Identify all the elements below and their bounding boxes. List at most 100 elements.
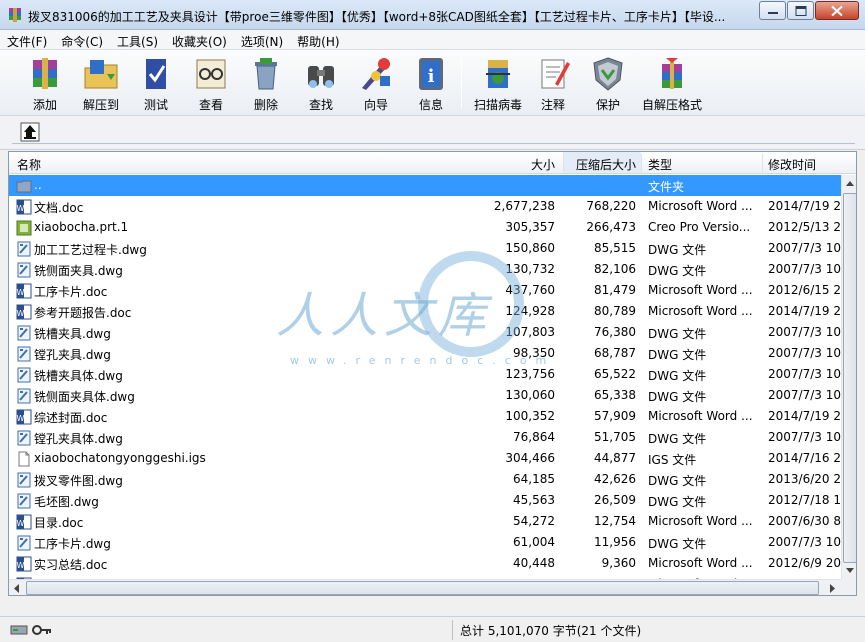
file-size: 40,448: [513, 556, 555, 570]
file-packed-size: 768,220: [586, 199, 636, 213]
header-divider: [641, 154, 642, 172]
maximize-button[interactable]: [787, 1, 814, 20]
file-packed-size: 57,909: [594, 409, 636, 423]
menu-options[interactable]: 选项(N): [234, 30, 290, 49]
file-size: 76,864: [513, 430, 555, 444]
file-name: ..: [34, 178, 42, 192]
file-type: DWG 文件: [648, 495, 707, 509]
title-bar: 拨叉831006的加工工艺及夹具设计【带proe三维零件图】【优秀】【word+…: [0, 0, 865, 30]
horizontal-scroll-thumb[interactable]: [26, 581, 819, 595]
col-name[interactable]: 名称: [17, 156, 41, 173]
table-row[interactable]: W 文档.doc 2,677,238 768,220 Microsoft Word ..…: [9, 196, 856, 217]
svg-text:W: W: [17, 309, 25, 318]
table-row[interactable]: 镗孔夹具.dwg 98,350 68,787 DWG 文件 2007/7/3 10:: [9, 343, 856, 364]
close-button[interactable]: [815, 1, 859, 20]
col-modified[interactable]: 修改时间: [768, 156, 816, 173]
table-row[interactable]: 铣槽夹具.dwg 107,803 76,380 DWG 文件 2007/7/3 10:: [9, 322, 856, 343]
horizontal-scrollbar[interactable]: [9, 579, 841, 596]
dwg-file-icon: [16, 388, 32, 404]
winrar-app-icon: [9, 8, 21, 22]
file-packed-size: 76,380: [594, 325, 636, 339]
col-type[interactable]: 类型: [648, 156, 672, 173]
file-size: 107,803: [505, 325, 555, 339]
table-row[interactable]: W 实习总结.doc 40,448 9,360 Microsoft Word ... 20…: [9, 553, 856, 574]
info-button[interactable]: i 信息: [404, 54, 458, 114]
vertical-scrollbar[interactable]: [841, 175, 857, 579]
minimize-button[interactable]: [759, 1, 786, 20]
sfx-label: 自解压格式: [641, 98, 702, 112]
add-button[interactable]: 添加: [18, 54, 72, 114]
dwg-file-icon: [16, 346, 32, 362]
table-row[interactable]: 工序卡片.dwg 61,004 11,956 DWG 文件 2007/7/3 10:: [9, 532, 856, 553]
parent-folder-row[interactable]: .. 文件夹: [9, 175, 841, 196]
virus-scan-button[interactable]: 扫描病毒: [468, 54, 528, 114]
virus-scan-label: 扫描病毒: [473, 98, 522, 112]
table-row[interactable]: 拨叉零件图.dwg 64,185 42,626 DWG 文件 2013/6/20 21: [9, 469, 856, 490]
table-row[interactable]: 镗孔夹具体.dwg 76,864 51,705 DWG 文件 2007/7/3 10:: [9, 427, 856, 448]
file-type: DWG 文件: [648, 390, 707, 404]
table-row[interactable]: W 工序卡片.doc 437,760 81,479 Microsoft Word ...…: [9, 280, 856, 301]
protect-button[interactable]: 保护: [581, 54, 635, 114]
scroll-up-arrow-icon[interactable]: [842, 175, 857, 192]
table-row[interactable]: W 综述封面.doc 100,352 57,909 Microsoft Word ...…: [9, 406, 856, 427]
delete-button[interactable]: 删除: [239, 54, 293, 114]
delete-icon: [255, 58, 277, 90]
menu-commands[interactable]: 命令(C): [54, 30, 110, 49]
comment-icon: [541, 59, 570, 89]
file-size: 124,928: [505, 304, 555, 318]
file-type: Microsoft Word ...: [648, 283, 753, 297]
dwg-file-icon: [16, 430, 32, 446]
word-doc-icon: W: [16, 556, 32, 572]
menu-file[interactable]: 文件(F): [0, 30, 54, 49]
file-packed-size: 11,956: [594, 535, 636, 549]
menu-tools[interactable]: 工具(S): [110, 30, 165, 49]
col-size[interactable]: 大小: [469, 156, 555, 173]
sfx-button[interactable]: 自解压格式: [639, 54, 705, 114]
test-icon: [146, 59, 166, 89]
folder-up-icon: [16, 178, 32, 194]
file-size: 45,563: [513, 493, 555, 507]
extract-to-button[interactable]: 解压到: [74, 54, 128, 114]
table-row[interactable]: W 目录.doc 54,272 12,754 Microsoft Word ... 200…: [9, 511, 856, 532]
table-row[interactable]: xiaobochatongyonggeshi.igs 304,466 44,877 I…: [9, 448, 856, 469]
file-size: 130,732: [505, 262, 555, 276]
dwg-file-icon: [16, 367, 32, 383]
file-type: DWG 文件: [648, 348, 707, 362]
add-label: 添加: [32, 98, 57, 112]
wizard-button[interactable]: 向导: [349, 54, 403, 114]
view-button[interactable]: 查看: [184, 54, 238, 114]
scroll-down-arrow-icon[interactable]: [842, 562, 857, 579]
up-folder-button[interactable]: [20, 122, 40, 142]
file-name: 目录.doc: [34, 516, 84, 530]
vertical-scroll-thumb[interactable]: [843, 193, 856, 563]
table-row[interactable]: 毛坯图.dwg 45,563 26,509 DWG 文件 2012/7/18 10: [9, 490, 856, 511]
find-button[interactable]: 查找: [294, 54, 348, 114]
table-row[interactable]: 加工工艺过程卡.dwg 150,860 85,515 DWG 文件 2007/7/3 1…: [9, 238, 856, 259]
menu-favorites[interactable]: 收藏夹(O): [165, 30, 234, 49]
table-row[interactable]: xiaobocha.prt.1 305,357 266,473 Creo Pro Ve…: [9, 217, 856, 238]
igs-file-icon: [16, 451, 32, 467]
file-type: DWG 文件: [648, 474, 707, 488]
table-row[interactable]: W 参考开题报告.doc 124,928 80,789 Microsoft Word .…: [9, 301, 856, 322]
table-row[interactable]: 铣侧面夹具.dwg 130,732 82,106 DWG 文件 2007/7/3 10:: [9, 259, 856, 280]
file-name: xiaobocha.prt.1: [34, 220, 129, 234]
file-name: 镗孔夹具.dwg: [34, 348, 111, 362]
view-label: 查看: [198, 98, 223, 112]
test-button[interactable]: 测试: [129, 54, 183, 114]
file-packed-size: 42,626: [594, 472, 636, 486]
file-list: 名称 大小 压缩后大小 类型 修改时间 .. 文件夹 W 文档.doc 2,677,23…: [8, 151, 857, 596]
file-size: 150,860: [505, 241, 555, 255]
scroll-left-arrow-icon[interactable]: [9, 580, 25, 596]
file-type: DWG 文件: [648, 243, 707, 257]
file-name: 实习总结.doc: [34, 558, 108, 572]
file-packed-size: 12,754: [594, 514, 636, 528]
dwg-file-icon: [16, 493, 32, 509]
scroll-right-arrow-icon[interactable]: [824, 580, 840, 596]
menu-help[interactable]: 帮助(H): [290, 30, 346, 49]
comment-button[interactable]: 注释: [526, 54, 580, 114]
scrollbar-corner: [841, 579, 856, 595]
table-row[interactable]: 铣槽夹具体.dwg 123,756 65,522 DWG 文件 2007/7/3 10:: [9, 364, 856, 385]
col-packed[interactable]: 压缩后大小: [555, 156, 636, 173]
table-row[interactable]: 铣侧面夹具体.dwg 130,060 65,338 DWG 文件 2007/7/3 10…: [9, 385, 856, 406]
word-doc-icon: W: [16, 409, 32, 425]
